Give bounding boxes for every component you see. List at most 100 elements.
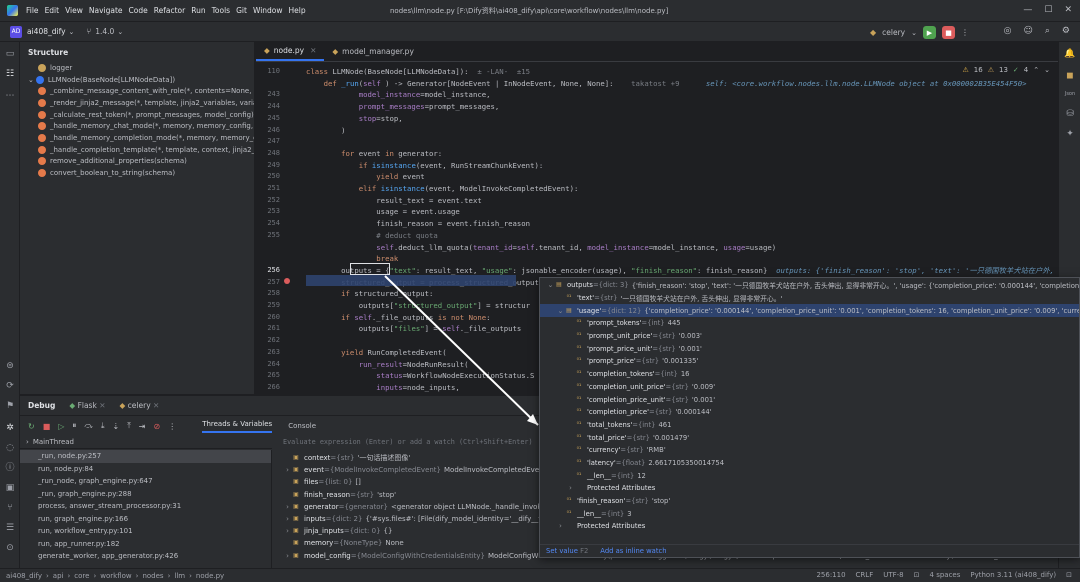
code-line[interactable]: model_instance=model_instance, <box>306 89 491 101</box>
gear-icon[interactable]: ⚙ <box>1062 26 1070 36</box>
indent-setting[interactable]: 4 spaces <box>930 571 961 579</box>
breadcrumb-item[interactable]: workflow <box>100 572 131 580</box>
chevron-down-icon[interactable]: ⌄ <box>546 281 555 289</box>
tab-console[interactable]: Console <box>288 422 316 430</box>
close-icon[interactable]: ✕ <box>153 401 159 410</box>
rerun-icon[interactable]: ↻ <box>28 422 35 431</box>
code-line[interactable]: def _run(self ) -> Generator[NodeEvent |… <box>306 78 1027 90</box>
structure-item[interactable]: logger <box>24 62 254 74</box>
popup-variable-row[interactable]: ⁰¹'completion_price' = {str} '0.000144' <box>540 406 1079 419</box>
code-line[interactable]: yield event <box>306 171 424 183</box>
code-line[interactable]: ) <box>306 125 345 137</box>
ai-assistant-icon[interactable]: ✦ <box>1064 128 1076 140</box>
inspection-widget[interactable]: ⚠ 16 ⚠ 13 ✓ 4 ⌃ ⌄ <box>963 66 1051 74</box>
breadcrumb-item[interactable]: api <box>53 572 64 580</box>
step-into-icon[interactable]: ⤓ <box>101 421 105 431</box>
search-icon[interactable]: ⌕ <box>1045 26 1050 36</box>
python-console-icon[interactable]: ⚑ <box>4 400 16 412</box>
menu-item-window[interactable]: Window <box>253 6 283 15</box>
chevron-right-icon[interactable]: › <box>283 515 292 523</box>
popup-variable-row[interactable]: ⁰¹'completion_price_unit' = {str} '0.001' <box>540 393 1079 406</box>
python-packages-icon[interactable]: ⊜ <box>4 360 16 372</box>
chevron-right-icon[interactable]: › <box>283 527 292 535</box>
menu-item-code[interactable]: Code <box>129 6 148 15</box>
structure-item[interactable]: remove_additional_properties(schema) <box>24 156 254 168</box>
code-line[interactable]: yield RunCompletedEvent( <box>306 347 446 359</box>
structure-item[interactable]: convert_boolean_to_string(schema) <box>24 167 254 179</box>
popup-variable-row[interactable]: ⁰¹'prompt_price' = {str} '0.001335' <box>540 355 1079 368</box>
popup-variable-row[interactable]: ⁰¹'finish_reason' = {str}'stop' <box>540 495 1079 508</box>
folder-icon[interactable]: ▭ <box>4 48 16 60</box>
popup-variable-row[interactable]: ⁰¹ __len__ = {int} 12 <box>540 469 1079 482</box>
stop-icon[interactable]: ■ <box>43 422 51 431</box>
copilot-icon[interactable]: ◎ <box>1004 26 1012 36</box>
popup-variable-row[interactable]: ⁰¹'total_tokens' = {int} 461 <box>540 419 1079 432</box>
code-line[interactable]: # deduct quota <box>306 230 438 242</box>
run-to-cursor-icon[interactable]: ⇥ <box>139 422 146 431</box>
people-icon[interactable]: ☺ <box>1023 26 1032 36</box>
breakpoint-marker-icon[interactable] <box>284 278 290 284</box>
chevron-right-icon[interactable]: › <box>566 484 575 492</box>
structure-item[interactable]: _handle_completion_template(*, template,… <box>24 144 254 156</box>
menu-item-refactor[interactable]: Refactor <box>154 6 185 15</box>
code-line[interactable]: self.deduct_llm_quota(tenant_id=self.ten… <box>306 242 776 254</box>
close-icon[interactable]: ✕ <box>99 401 105 410</box>
lock-icon[interactable]: ⊡ <box>1066 571 1072 579</box>
menu-item-edit[interactable]: Edit <box>45 6 60 15</box>
popup-variable-row[interactable]: ⁰¹'completion_tokens' = {int} 16 <box>540 368 1079 381</box>
add-inline-watch-link[interactable]: Add as inline watch <box>600 547 666 555</box>
terminal-icon[interactable]: ▣ <box>4 482 16 494</box>
menu-item-run[interactable]: Run <box>191 6 205 15</box>
code-line[interactable]: if self._file_outputs is not None: <box>306 312 490 324</box>
chevron-right-icon[interactable]: › <box>283 503 292 511</box>
branch-selector[interactable]: 1.4.0 <box>95 27 114 36</box>
structure-icon[interactable]: ☷ <box>4 68 16 80</box>
code-line[interactable]: prompt_messages=prompt_messages, <box>306 101 500 113</box>
chevron-down-icon[interactable]: ⌄ <box>556 307 565 315</box>
menu-item-view[interactable]: View <box>65 6 83 15</box>
stack-frame[interactable]: run, node.py:84 <box>20 463 271 476</box>
code-line[interactable]: if isinstance(event, RunStreamChunkEvent… <box>306 160 544 172</box>
thread-selector[interactable]: › MainThread <box>20 436 272 449</box>
code-line[interactable]: class LLMNode(BaseNode[LLMNodeData]): ± … <box>306 66 530 78</box>
code-line[interactable]: run_result=NodeRunResult( <box>306 359 469 371</box>
stack-frame[interactable]: generate_worker, app_generator.py:426 <box>20 550 271 563</box>
popup-variable-row[interactable]: ⁰¹'total_price' = {str} '0.001479' <box>540 431 1079 444</box>
file-encoding[interactable]: UTF-8 <box>883 571 903 579</box>
code-line[interactable]: outputs["structured_output"] = structur <box>306 300 530 312</box>
git-icon[interactable]: ⑂ <box>4 502 16 514</box>
menu-item-git[interactable]: Git <box>236 6 247 15</box>
popup-variable-row[interactable]: ⁰¹'currency' = {str} 'RMB' <box>540 444 1079 457</box>
popup-variable-row[interactable]: ⁰¹'latency' = {float} 2.6617105350014754 <box>540 457 1079 470</box>
popup-variable-row[interactable]: ⁰¹'prompt_unit_price' = {str} '0.003' <box>540 330 1079 343</box>
lock-icon[interactable]: ⊡ <box>914 571 920 579</box>
breadcrumb-item[interactable]: ai408_dify <box>6 572 42 580</box>
chevron-down-icon[interactable]: ⌄ <box>28 76 34 84</box>
popup-variable-row[interactable]: › Protected Attributes <box>540 520 1079 533</box>
structure-item[interactable]: ⌄ LLMNode(BaseNode[LLMNodeData]) <box>24 74 254 86</box>
more-icon[interactable]: ⋮ <box>961 28 969 37</box>
close-icon[interactable]: ✕ <box>310 46 316 55</box>
popup-variable-row[interactable]: ⁰¹'completion_unit_price' = {str} '0.009' <box>540 381 1079 394</box>
breadcrumb-item[interactable]: core <box>74 572 89 580</box>
python-interpreter[interactable]: Python 3.11 (ai408_dify) <box>970 571 1056 579</box>
popup-variable-row[interactable]: ⌄ ▤ outputs = {dict: 3} {'finish_reason': '… <box>540 279 1079 292</box>
breadcrumb-item[interactable]: llm <box>174 572 185 580</box>
pause-icon[interactable]: ⏸ <box>72 421 76 431</box>
stop-button[interactable]: ■ <box>942 26 955 39</box>
step-out-icon[interactable]: ⤒ <box>127 421 131 431</box>
code-line[interactable]: result_text = event.text <box>306 195 481 207</box>
stack-frame[interactable]: run, graph_engine.py:166 <box>20 513 271 526</box>
structure-item[interactable]: _handle_memory_completion_mode(*, memory… <box>24 132 254 144</box>
code-line[interactable]: status=WorkflowNodeExecutionStatus.S <box>306 370 534 382</box>
structure-item[interactable]: _calculate_rest_token(*, prompt_messages… <box>24 109 254 121</box>
popup-variable-row[interactable]: › Protected Attributes <box>540 482 1079 495</box>
popup-variable-row[interactable]: ⁰¹'text' = {str} '一只德国牧羊犬站在户外, 舌头伸出, 显得非常… <box>540 292 1079 305</box>
code-line[interactable]: for event in generator: <box>306 148 442 160</box>
menu-item-navigate[interactable]: Navigate <box>89 6 123 15</box>
notifications-icon[interactable]: 🔔 <box>1064 48 1076 60</box>
structure-item[interactable]: _combine_message_content_with_role(*, co… <box>24 85 254 97</box>
popup-variable-row[interactable]: ⁰¹'prompt_price_unit' = {str} '0.001' <box>540 342 1079 355</box>
cursor-position[interactable]: 256:110 <box>816 571 845 579</box>
step-into-my-code-icon[interactable]: ⇣ <box>113 422 120 431</box>
